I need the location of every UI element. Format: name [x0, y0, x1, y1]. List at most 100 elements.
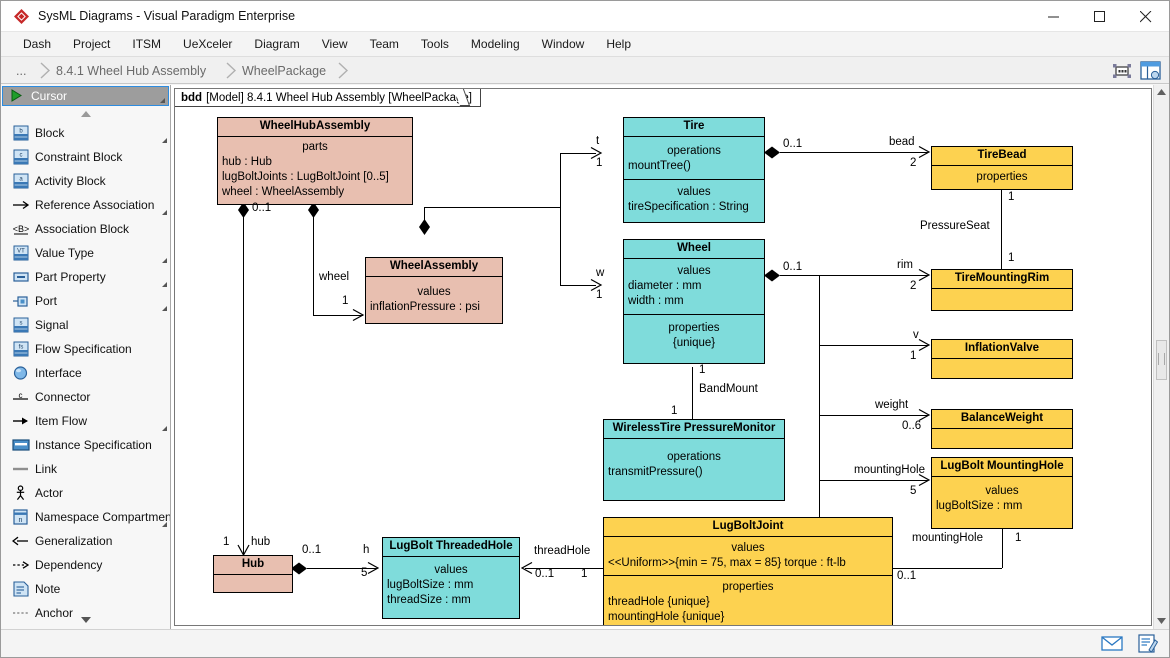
palette-item-constraint-block[interactable]: cConstraint Block — [1, 145, 170, 169]
palette-item-signal[interactable]: sSignal — [1, 313, 170, 337]
compartment-line: lugBoltJoints : LugBoltJoint [0..5] — [222, 170, 408, 185]
arrow-head-icon — [521, 562, 533, 574]
palette-item-block[interactable]: bBlock — [1, 121, 170, 145]
diagram-canvas[interactable]: bdd [Model] 8.4.1 Wheel Hub Assembly [Wh… — [174, 88, 1152, 626]
scroll-up-arrow-icon[interactable] — [1154, 85, 1169, 100]
svg-text:c: c — [20, 153, 23, 159]
block-wheelassembly[interactable]: WheelAssembly values inflationPressure :… — [365, 257, 503, 324]
part-property-icon — [7, 269, 35, 285]
palette-item-reference-association[interactable]: Reference Association — [1, 193, 170, 217]
compartment-title: values — [370, 285, 498, 300]
palette-item-item-flow[interactable]: Item Flow — [1, 409, 170, 433]
menu-item-team[interactable]: Team — [359, 34, 410, 54]
block-compartment — [932, 429, 1072, 458]
palette-item-instance-specification[interactable]: Instance Specification — [1, 433, 170, 457]
palette-expand-corner-icon[interactable] — [162, 306, 167, 311]
compartment-title: properties — [608, 580, 888, 595]
menu-item-itsm[interactable]: ITSM — [121, 34, 172, 54]
palette-expand-corner-icon[interactable] — [162, 258, 167, 263]
palette-item-connector[interactable]: cConnector — [1, 385, 170, 409]
edge-label: 0..1 — [302, 544, 321, 556]
palette-item-actor[interactable]: Actor — [1, 481, 170, 505]
palette-item-port[interactable]: Port — [1, 289, 170, 313]
scroll-up-triangle-icon[interactable] — [1, 106, 170, 121]
visual-paradigm-diamond-logo — [13, 8, 30, 25]
palette-item-part-property[interactable]: Part Property — [1, 265, 170, 289]
edge-wheelassembly-branch-h — [424, 207, 560, 208]
palette-expand-corner-icon[interactable] — [162, 138, 167, 143]
compartment-line: width : mm — [628, 294, 760, 309]
palette-expand-corner-icon[interactable] — [162, 210, 167, 215]
block-inflationvalve[interactable]: InflationValve — [931, 339, 1073, 379]
menu-item-view[interactable]: View — [311, 34, 359, 54]
block-hub[interactable]: Hub — [213, 555, 293, 593]
palette-item-label: Generalization — [35, 534, 112, 548]
scroll-down-arrow-icon[interactable] — [1154, 614, 1169, 629]
menu-item-project[interactable]: Project — [62, 34, 121, 54]
block-wheel[interactable]: Wheel values diameter : mm width : mm pr… — [623, 239, 765, 364]
breadcrumb-item-model[interactable]: 8.4.1 Wheel Hub Assembly — [56, 61, 206, 80]
palette-item-cursor[interactable]: Cursor — [2, 86, 169, 106]
compartment-title: values — [936, 484, 1068, 499]
edge-label: 5 — [361, 567, 367, 579]
breadcrumb-item-root[interactable]: ... — [16, 61, 26, 80]
block-lugboltthreadedhole[interactable]: LugBolt ThreadedHole values lugBoltSize … — [382, 537, 520, 619]
palette-item-association-block[interactable]: <B>Association Block — [1, 217, 170, 241]
block-tire[interactable]: Tire operations mountTree() values tireS… — [623, 117, 765, 223]
palette-expand-corner-icon[interactable] — [162, 426, 167, 431]
mail-icon[interactable] — [1101, 633, 1123, 653]
menu-item-uexceler[interactable]: UeXceler — [172, 34, 243, 54]
minimize-icon[interactable] — [1031, 1, 1077, 32]
block-wirelesstirepressuremonitor[interactable]: WirelessTire PressureMonitor operations … — [603, 419, 785, 501]
menu-item-tools[interactable]: Tools — [410, 34, 460, 54]
edge-label: 1 — [342, 295, 348, 307]
block-tiremountingrim[interactable]: TireMountingRim — [931, 269, 1073, 311]
fit-selection-icon[interactable] — [1111, 60, 1133, 81]
palette-item-value-type[interactable]: VTValue Type — [1, 241, 170, 265]
palette-item-dependency[interactable]: Dependency — [1, 553, 170, 577]
compartment-line: <<Uniform>>{min = 75, max = 85} torque :… — [608, 556, 888, 571]
palette-item-note[interactable]: Note — [1, 577, 170, 601]
scrollbar-thumb[interactable] — [1156, 340, 1167, 380]
block-title: WheelHubAssembly — [218, 118, 412, 137]
palette-item-namespace-compartment[interactable]: nNamespace Compartment — [1, 505, 170, 529]
menu-item-modeling[interactable]: Modeling — [460, 34, 531, 54]
maximize-icon[interactable] — [1077, 1, 1123, 32]
block-wheelhubassembly[interactable]: WheelHubAssembly parts hub : Hub lugBolt… — [217, 117, 413, 205]
close-icon[interactable] — [1123, 1, 1169, 32]
palette-item-label: Actor — [35, 486, 63, 500]
block-title: LugBoltJoint — [604, 518, 892, 537]
block-lugboltmountinghole[interactable]: LugBolt MountingHole values lugBoltSize … — [931, 457, 1073, 529]
arrow-head-icon — [918, 269, 930, 281]
palette-expand-corner-icon[interactable] — [162, 282, 167, 287]
palette-item-activity-block[interactable]: aActivity Block — [1, 169, 170, 193]
diagram-window-icon[interactable] — [1139, 60, 1161, 81]
menu-item-window[interactable]: Window — [531, 34, 596, 54]
block-compartment: parts hub : Hub lugBoltJoints : LugBoltJ… — [218, 137, 412, 204]
menu-item-dash[interactable]: Dash — [12, 34, 62, 54]
palette-item-interface[interactable]: Interface — [1, 361, 170, 385]
compartment-line: lugBoltSize : mm — [936, 499, 1068, 514]
menu-item-help[interactable]: Help — [595, 34, 642, 54]
generalization-icon — [7, 533, 35, 549]
palette-expand-corner-icon[interactable] — [160, 98, 165, 103]
menu-item-diagram[interactable]: Diagram — [243, 34, 310, 54]
palette-item-flow-specification[interactable]: fsFlow Specification — [1, 337, 170, 361]
block-compartment: properties threadHole {unique} mountingH… — [604, 576, 892, 626]
scroll-down-triangle-icon[interactable] — [1, 613, 170, 627]
actor-icon — [7, 485, 35, 501]
diagram-palette: Cursor bBlockcConstraint BlockaActivity … — [1, 85, 171, 629]
note-edit-icon[interactable] — [1137, 633, 1159, 653]
window-title: SysML Diagrams - Visual Paradigm Enterpr… — [38, 9, 295, 23]
block-balanceweight[interactable]: BalanceWeight — [931, 409, 1073, 449]
svg-text:c: c — [19, 391, 23, 400]
compartment-line: diameter : mm — [628, 279, 760, 294]
vertical-scrollbar[interactable] — [1153, 85, 1169, 629]
block-lugboltjoint[interactable]: LugBoltJoint values <<Uniform>>{min = 75… — [603, 517, 893, 626]
palette-item-link[interactable]: Link — [1, 457, 170, 481]
palette-expand-corner-icon[interactable] — [162, 522, 167, 527]
block-tirebead[interactable]: TireBead properties — [931, 146, 1073, 190]
breadcrumb-item-package[interactable]: WheelPackage — [242, 61, 326, 80]
palette-item-generalization[interactable]: Generalization — [1, 529, 170, 553]
edge-label: 2 — [910, 157, 916, 169]
